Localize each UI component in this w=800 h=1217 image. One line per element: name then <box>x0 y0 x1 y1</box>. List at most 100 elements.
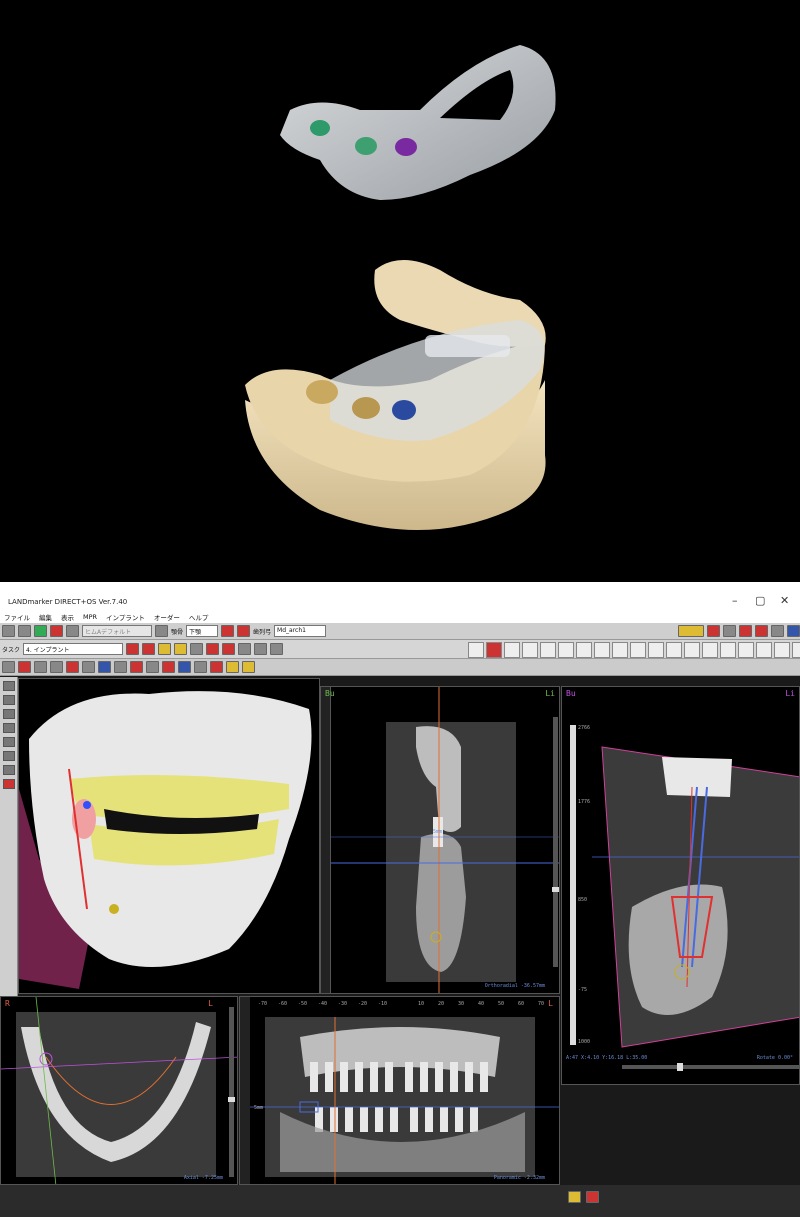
layout-icon[interactable] <box>787 625 800 637</box>
menu-help[interactable]: ヘルプ <box>189 612 209 622</box>
cube-icon[interactable] <box>178 661 191 673</box>
model-layer-icon[interactable] <box>3 751 15 761</box>
implant-thumbnail[interactable] <box>558 642 574 658</box>
oblique-rotate: Rotate 0.00° <box>756 1055 793 1061</box>
settings-icon[interactable] <box>771 625 784 637</box>
implant-thumbnail[interactable] <box>630 642 646 658</box>
menu-implant[interactable]: インプラント <box>106 612 145 622</box>
open-icon[interactable] <box>2 625 15 637</box>
scan-layer-icon[interactable] <box>3 765 15 775</box>
nerve-icon[interactable] <box>190 643 204 655</box>
tool-c-icon[interactable] <box>739 625 752 637</box>
delete-icon[interactable] <box>238 643 252 655</box>
status-a-icon[interactable] <box>568 1191 581 1203</box>
implant-thumbnail[interactable] <box>468 642 484 658</box>
layer-icon[interactable] <box>3 681 15 691</box>
measure-icon[interactable] <box>206 643 220 655</box>
draw-icon[interactable] <box>18 661 31 673</box>
view-axial[interactable]: R L Axial -7.25mm <box>0 996 238 1185</box>
menu-bar: ファイル 編集 表示 MPR インプラント オーダー ヘルプ <box>0 610 800 623</box>
arch-select[interactable]: Md_arch1 <box>274 625 327 637</box>
implant-thumbnail[interactable] <box>612 642 628 658</box>
skull-3d-render <box>19 691 312 989</box>
jaw-select[interactable]: 下顎 <box>186 625 219 637</box>
pen-icon[interactable] <box>210 661 223 673</box>
export-icon[interactable] <box>34 625 47 637</box>
implant-thumbnail[interactable] <box>738 642 754 658</box>
implant-thumbnail[interactable] <box>666 642 682 658</box>
implant-layer-icon[interactable] <box>3 779 15 789</box>
main-toolbar: ヒムAデフォルト 顎骨 下顎 歯列弓 Md_arch1 <box>0 623 800 640</box>
guide-layer-icon[interactable] <box>3 737 15 747</box>
minimize-icon[interactable]: – <box>732 594 738 607</box>
menu-view[interactable]: 表示 <box>61 612 74 622</box>
implant-thumbnail[interactable] <box>522 642 538 658</box>
view-orthoradial[interactable]: Bu Li 5mm Orthoradial -36.57mm <box>320 686 560 994</box>
view-3d[interactable] <box>18 678 320 994</box>
menu-file[interactable]: ファイル <box>4 612 30 622</box>
pano-scale-label: 5mm <box>254 1105 264 1111</box>
implant-thumbnail[interactable] <box>648 642 664 658</box>
save-icon[interactable] <box>18 625 31 637</box>
implant-thumbnail[interactable] <box>684 642 700 658</box>
highlight-icon[interactable] <box>226 661 239 673</box>
view-toolbar <box>0 659 800 676</box>
brand-icon <box>678 625 704 637</box>
maximize-icon[interactable]: ▢ <box>755 594 765 607</box>
implant-thumbnail[interactable] <box>702 642 718 658</box>
record-icon[interactable] <box>755 625 768 637</box>
ruler-icon[interactable] <box>162 661 175 673</box>
implant-thumbnail[interactable] <box>540 642 556 658</box>
implant-icon[interactable] <box>126 643 140 655</box>
cross-icon[interactable] <box>66 661 79 673</box>
marker-icon[interactable] <box>221 625 235 637</box>
implant-thumbnails <box>468 642 800 658</box>
implant-thumbnail[interactable] <box>576 642 592 658</box>
window-level-icon[interactable] <box>114 661 127 673</box>
nerve-layer-icon[interactable] <box>3 723 15 733</box>
pin-icon[interactable] <box>237 625 251 637</box>
preset-field: ヒムAデフォルト <box>82 625 152 637</box>
tool-b-icon[interactable] <box>723 625 736 637</box>
zoom-icon[interactable] <box>34 661 47 673</box>
close-icon[interactable]: ✕ <box>780 594 789 607</box>
jaw-model <box>245 260 546 530</box>
sphere-icon[interactable] <box>98 661 111 673</box>
menu-order[interactable]: オーダー <box>154 612 180 622</box>
implant-thumbnail[interactable] <box>792 642 800 658</box>
crown-add-icon[interactable] <box>174 643 188 655</box>
view-panoramic[interactable]: R L -70-60-50-40-30-20-1010203040506070 … <box>239 996 560 1185</box>
redo-icon[interactable] <box>270 643 284 655</box>
tool-a-icon[interactable] <box>707 625 720 637</box>
rotate-icon[interactable] <box>82 661 95 673</box>
pan-icon[interactable] <box>50 661 63 673</box>
view-oblique[interactable]: Bu Li 2766 1776 850 -75 1000 A:47 X:4.10… <box>561 686 800 1085</box>
teeth-icon[interactable] <box>3 709 15 719</box>
pointer-icon[interactable] <box>2 661 15 673</box>
menu-edit[interactable]: 編集 <box>39 612 52 622</box>
cut-icon[interactable] <box>146 661 159 673</box>
implant-add-icon[interactable] <box>142 643 156 655</box>
angle-icon[interactable] <box>222 643 236 655</box>
menu-mpr[interactable]: MPR <box>83 613 97 621</box>
crown-icon[interactable] <box>158 643 172 655</box>
undo-icon[interactable] <box>254 643 268 655</box>
preset-icon[interactable] <box>155 625 168 637</box>
bone-icon[interactable] <box>3 695 15 705</box>
implant-thumbnail[interactable] <box>486 642 502 658</box>
annotate-icon[interactable] <box>242 661 255 673</box>
ortho-scale-label: 5mm <box>433 829 443 835</box>
implant-thumbnail[interactable] <box>504 642 520 658</box>
mask-icon[interactable] <box>130 661 143 673</box>
capture-icon[interactable] <box>66 625 79 637</box>
print-icon[interactable] <box>50 625 63 637</box>
slice-icon[interactable] <box>194 661 207 673</box>
status-bar <box>0 1185 800 1217</box>
oblique-scale-a: 1776 <box>578 799 591 805</box>
implant-thumbnail[interactable] <box>756 642 772 658</box>
task-select[interactable]: 4. インプラント <box>23 643 124 655</box>
implant-thumbnail[interactable] <box>774 642 790 658</box>
status-b-icon[interactable] <box>586 1191 599 1203</box>
implant-thumbnail[interactable] <box>720 642 736 658</box>
implant-thumbnail[interactable] <box>594 642 610 658</box>
